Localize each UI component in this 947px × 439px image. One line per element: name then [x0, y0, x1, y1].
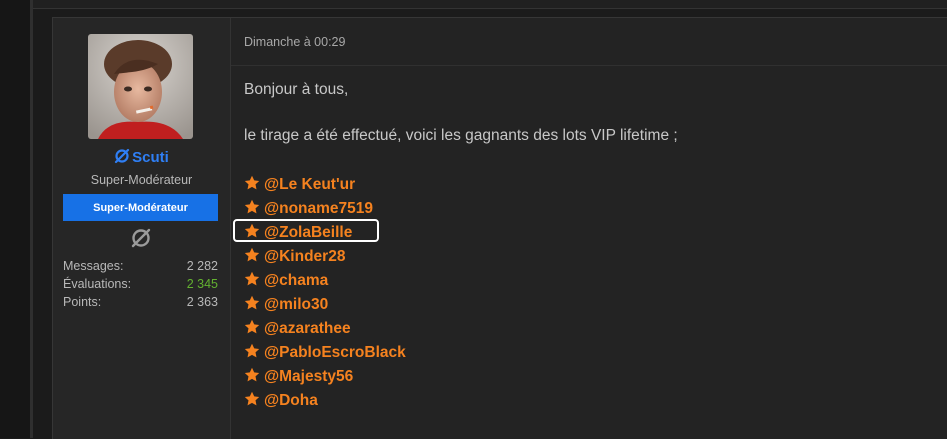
- post-paragraph: le tirage a été effectué, voici les gagn…: [244, 127, 678, 144]
- mention-link[interactable]: @azarathee: [244, 317, 406, 341]
- star-icon: [244, 247, 260, 262]
- stat-label: Points:: [63, 295, 102, 309]
- star-icon: [244, 367, 260, 382]
- avatar-photo: [88, 34, 193, 139]
- star-icon: [244, 199, 260, 214]
- star-icon: [244, 295, 260, 310]
- post-timestamp[interactable]: Dimanche à 00:29: [244, 35, 345, 49]
- page-gutter: [0, 0, 32, 438]
- star-icon: [244, 223, 260, 238]
- previous-post-edge: [33, 0, 947, 9]
- mention-text: @Le Keut'ur: [264, 176, 356, 193]
- user-banner: Super-Modérateur: [63, 194, 218, 221]
- star-icon: [244, 319, 260, 334]
- stat-evaluations: Évaluations: 2 345: [63, 275, 218, 293]
- post-user-panel: Scuti Super-Modérateur Super-Modérateur …: [53, 18, 231, 439]
- star-icon: [244, 175, 260, 190]
- stat-points: Points: 2 363: [63, 293, 218, 311]
- star-icon: [244, 391, 260, 406]
- mention-text: @Doha: [264, 392, 318, 409]
- scuti-ring-icon: [131, 228, 151, 248]
- mention-link[interactable]: @Majesty56: [244, 365, 406, 389]
- scuti-ring-icon: [115, 148, 130, 164]
- mention-link[interactable]: @noname7519: [244, 197, 406, 221]
- page-gutter-border: [30, 0, 33, 438]
- mention-text: @Majesty56: [264, 368, 354, 385]
- username[interactable]: Scuti: [53, 148, 230, 166]
- mention-text: @PabloEscroBlack: [264, 344, 406, 361]
- stat-value[interactable]: 2 345: [187, 275, 218, 293]
- mention-link[interactable]: @milo30: [244, 293, 406, 317]
- mention-link[interactable]: @Le Keut'ur: [244, 173, 406, 197]
- stat-label: Messages:: [63, 259, 124, 273]
- star-icon: [244, 271, 260, 286]
- mention-text: @Kinder28: [264, 248, 346, 265]
- mention-text: @noname7519: [264, 200, 374, 217]
- mention-link[interactable]: @chama: [244, 269, 406, 293]
- mention-text: @milo30: [264, 296, 329, 313]
- username-text: Scuti: [132, 149, 169, 166]
- avatar[interactable]: [88, 34, 193, 139]
- user-stats: Messages: 2 282 Évaluations: 2 345 Point…: [63, 257, 218, 311]
- mention-text: @chama: [264, 272, 329, 289]
- stat-value[interactable]: 2 282: [187, 257, 218, 275]
- mention-link[interactable]: @Kinder28: [244, 245, 406, 269]
- star-icon: [244, 343, 260, 358]
- mention-list: @Le Keut'ur @noname7519 @ZolaBeille @Kin…: [244, 173, 406, 413]
- user-title: Super-Modérateur: [90, 173, 193, 187]
- post-header: Dimanche à 00:29: [231, 18, 947, 66]
- stat-label: Évaluations:: [63, 277, 132, 291]
- forum-post: Scuti Super-Modérateur Super-Modérateur …: [52, 17, 947, 439]
- mention-link[interactable]: @PabloEscroBlack: [244, 341, 406, 365]
- mention-text: @ZolaBeille: [264, 224, 353, 241]
- mention-text: @azarathee: [264, 320, 351, 337]
- mention-link[interactable]: @Doha: [244, 389, 406, 413]
- stat-messages: Messages: 2 282: [63, 257, 218, 275]
- stat-value[interactable]: 2 363: [187, 293, 218, 311]
- mention-link[interactable]: @ZolaBeille: [244, 221, 406, 245]
- post-paragraph: Bonjour à tous,: [244, 81, 349, 98]
